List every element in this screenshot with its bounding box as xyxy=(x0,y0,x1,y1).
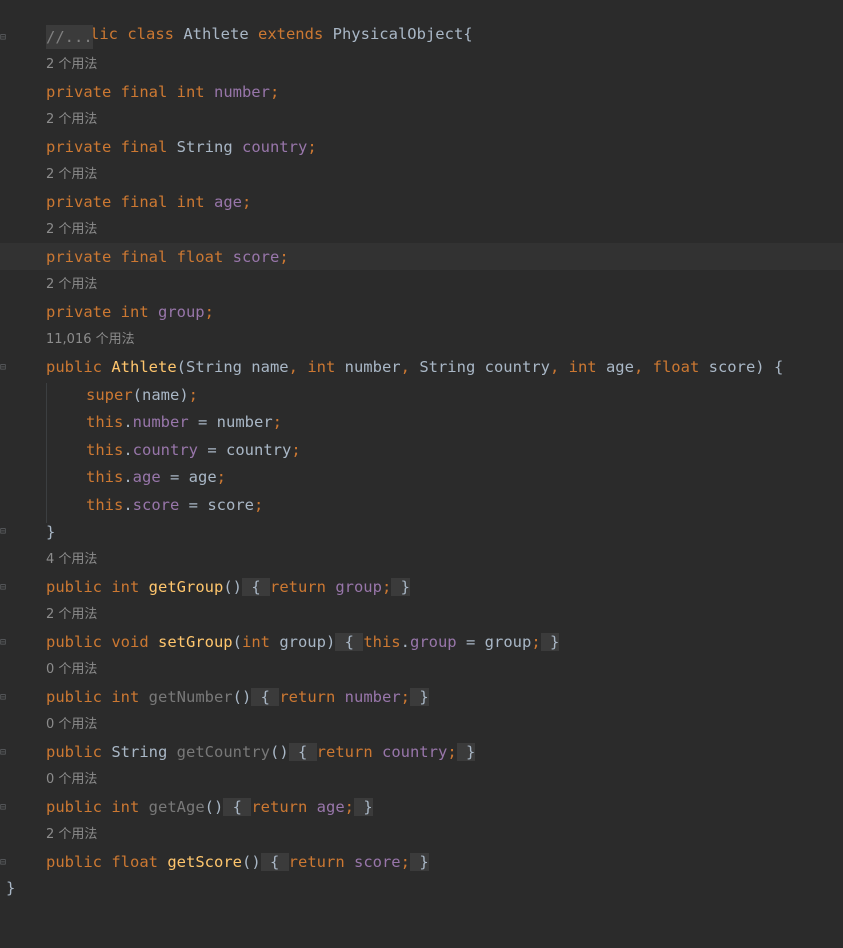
usage-hint[interactable]: 2 个用法 xyxy=(0,108,843,135)
usage-hint[interactable]: 2 个用法 xyxy=(0,53,843,80)
usage-hint[interactable]: 2 个用法 xyxy=(0,273,843,300)
method-getAge[interactable]: public int getAge() { return age; } xyxy=(0,795,843,822)
method-setGroup[interactable]: public void setGroup(int group) { this.g… xyxy=(0,630,843,657)
usage-hint[interactable]: 0 个用法 xyxy=(0,658,843,685)
usage-hint[interactable]: 0 个用法 xyxy=(0,713,843,740)
code-line[interactable]: this.age = age; xyxy=(0,465,843,492)
code-line[interactable]: this.country = country; xyxy=(0,438,843,465)
code-line[interactable]: } xyxy=(0,876,843,903)
code-line[interactable]: this.number = number; xyxy=(0,410,843,437)
usage-hint[interactable]: 0 个用法 xyxy=(0,768,843,795)
usage-hint[interactable]: 2 个用法 xyxy=(0,823,843,850)
code-line[interactable]: public class Athlete extends PhysicalObj… xyxy=(0,0,843,43)
method-getGroup[interactable]: public int getGroup() { return group; } xyxy=(0,575,843,602)
usage-hint[interactable]: 4 个用法 xyxy=(0,548,843,575)
field-number[interactable]: private final int number; xyxy=(0,80,843,107)
folded-comment[interactable]: //... xyxy=(0,25,843,52)
field-group[interactable]: private int group; xyxy=(0,300,843,327)
usage-hint[interactable]: 2 个用法 xyxy=(0,603,843,630)
usage-hint[interactable]: 2 个用法 xyxy=(0,163,843,190)
code-line[interactable]: this.score = score; xyxy=(0,493,843,520)
method-getNumber[interactable]: public int getNumber() { return number; … xyxy=(0,685,843,712)
constructor-signature[interactable]: public Athlete(String name, int number, … xyxy=(0,355,843,382)
usage-hint[interactable]: 11,016 个用法 xyxy=(0,328,843,355)
method-getScore[interactable]: public float getScore() { return score; … xyxy=(0,850,843,877)
field-country[interactable]: private final String country; xyxy=(0,135,843,162)
code-line[interactable]: super(name); xyxy=(0,383,843,410)
method-getCountry[interactable]: public String getCountry() { return coun… xyxy=(0,740,843,767)
field-age[interactable]: private final int age; xyxy=(0,190,843,217)
code-editor[interactable]: ⊟ ⊟ ⊟ ⊟ ⊟ ⊟ ⊟ ⊟ ⊟ public class Athlete e… xyxy=(0,0,843,897)
field-score-current-line[interactable]: private final float score; xyxy=(0,243,843,270)
usage-hint[interactable]: 2 个用法 xyxy=(0,218,843,245)
code-line[interactable]: } xyxy=(0,520,843,547)
